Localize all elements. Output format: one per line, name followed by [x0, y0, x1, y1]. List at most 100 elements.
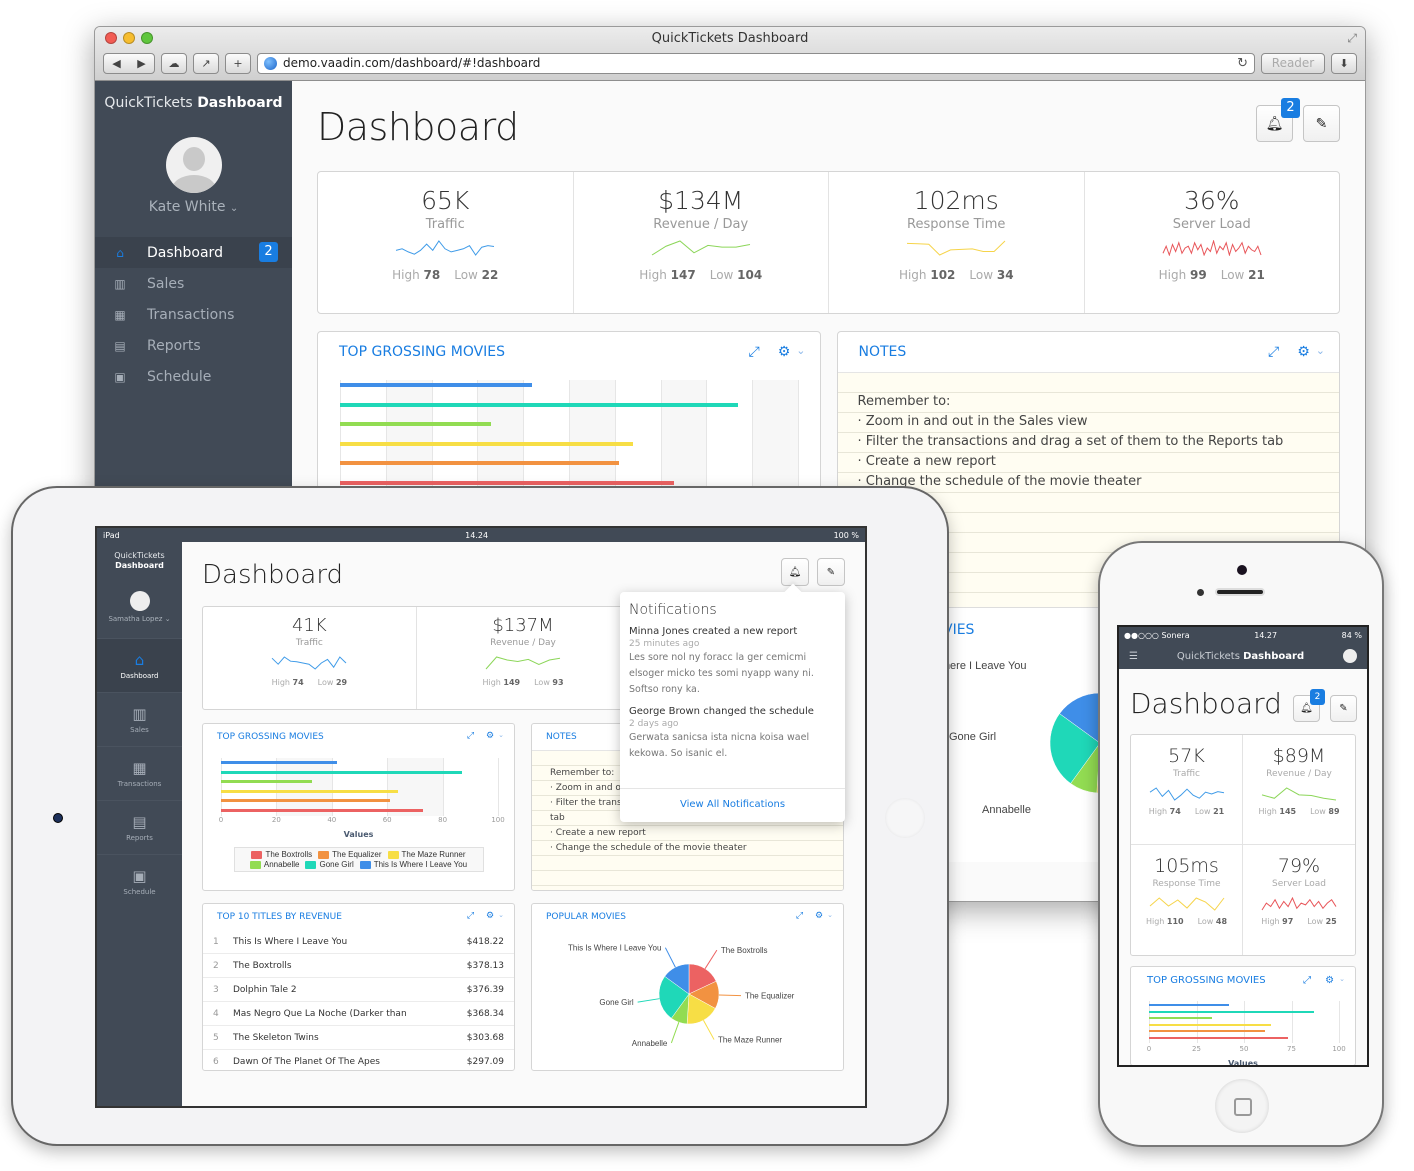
chevron-down-icon[interactable]: ⌄: [498, 911, 504, 921]
app-title: QuickTickets Dashboard: [1177, 651, 1304, 662]
edit-dashboard-button[interactable]: ✎: [1303, 105, 1340, 142]
notifications-button[interactable]: 🔔︎ 2: [1293, 689, 1325, 722]
top-grossing-panel: TOP GROSSING MOVIES ⤢ ⚙ ⌄ 0 25 50 75 100 Value…: [1130, 966, 1356, 1065]
iphone-home-button[interactable]: [1215, 1079, 1269, 1133]
bar-the-maze-runner[interactable]: [1149, 1023, 1271, 1026]
fullscreen-icon[interactable]: ⤢: [1347, 31, 1357, 46]
table-row[interactable]: 6 Dawn Of The Planet Of The Apes $297.09: [203, 1050, 514, 1070]
maximize-icon[interactable]: ⤢: [1303, 975, 1311, 986]
reader-button[interactable]: Reader: [1261, 52, 1325, 74]
bar-the-boxtrolls[interactable]: [340, 480, 675, 485]
bar-the-boxtrolls[interactable]: [221, 809, 424, 812]
sidebar-item-transactions[interactable]: ▦ Transactions: [95, 299, 292, 330]
bar-annabelle[interactable]: [221, 780, 313, 784]
legend-item[interactable]: The Equalizer: [318, 850, 382, 859]
note-line: · Change the schedule of the movie theat…: [550, 843, 747, 853]
legend-item[interactable]: This Is Where I Leave You: [359, 860, 467, 869]
menu-icon[interactable]: ☰: [1129, 651, 1138, 662]
notification-item[interactable]: Minna Jones created a new report 25 minu…: [620, 624, 845, 704]
maximize-icon[interactable]: ⤢: [467, 911, 474, 921]
notifications-button[interactable]: 🔔︎: [781, 558, 809, 586]
chevron-down-icon[interactable]: ⌄: [1316, 344, 1325, 360]
logo-light-text: QuickTickets: [1176, 650, 1240, 662]
gear-icon[interactable]: ⚙: [815, 911, 823, 921]
bar-annabelle[interactable]: [1149, 1017, 1212, 1019]
downloads-button[interactable]: ⬇: [1331, 52, 1357, 74]
notes-text[interactable]: Remember to: · Zoom in and out in the Sal…: [838, 373, 1340, 492]
sidebar-item-sales[interactable]: ▥ Sales: [95, 268, 292, 299]
sidebar-item-dashboard[interactable]: ⌂ Dashboard: [97, 638, 182, 692]
chevron-down-icon[interactable]: ⌄: [1339, 975, 1345, 986]
sidebar-item-transactions[interactable]: ▦ Transactions: [97, 746, 182, 800]
sidebar-item-dashboard[interactable]: ⌂ Dashboard 2: [95, 237, 292, 268]
maximize-icon[interactable]: ⤢: [749, 344, 760, 360]
legend-item[interactable]: The Maze Runner: [387, 850, 466, 859]
bar-the-maze-runner[interactable]: [340, 441, 634, 446]
back-icon[interactable]: ◀: [104, 57, 129, 70]
gear-icon[interactable]: ⚙: [486, 731, 494, 741]
chevron-down-icon[interactable]: ⌄: [827, 911, 833, 921]
sidebar-item-schedule[interactable]: ▣ Schedule: [97, 854, 182, 908]
axis-tick-label: 80: [438, 816, 448, 824]
legend-item[interactable]: Gone Girl: [305, 860, 354, 869]
sidebar-item-reports[interactable]: ▤ Reports: [95, 330, 292, 361]
metric-label: Revenue / Day: [653, 217, 749, 232]
avatar[interactable]: [165, 137, 222, 193]
sparkline: [1261, 897, 1337, 911]
edit-dashboard-button[interactable]: ✎: [817, 558, 845, 586]
notification-item[interactable]: George Brown changed the schedule 2 days…: [620, 704, 845, 768]
forward-icon[interactable]: ▶: [129, 57, 154, 70]
avatar[interactable]: [129, 591, 150, 611]
icloud-button[interactable]: ☁: [161, 52, 187, 74]
bar-the-equalizer[interactable]: [1149, 1030, 1265, 1032]
chevron-down-icon[interactable]: ⌄: [498, 731, 504, 741]
sidebar-item-sales[interactable]: ▥ Sales: [97, 692, 182, 746]
bar-gone-girl[interactable]: [1149, 1010, 1315, 1013]
view-all-notifications-link[interactable]: View All Notifications: [620, 788, 845, 822]
bar-annabelle[interactable]: [340, 422, 492, 426]
sidebar-item-schedule[interactable]: ▣ Schedule: [95, 361, 292, 392]
high-low: High 102 Low 34: [898, 268, 1014, 282]
maximize-icon[interactable]: ⤢: [1268, 344, 1279, 360]
legend-item[interactable]: Annabelle: [249, 860, 299, 869]
user-menu[interactable]: Samatha Lopez ⌄: [97, 615, 182, 623]
sidebar-item-reports[interactable]: ▤ Reports: [97, 800, 182, 854]
rank-cell: 1: [213, 936, 219, 947]
bar-the-equalizer[interactable]: [340, 461, 620, 465]
maximize-icon[interactable]: ⤢: [796, 911, 803, 921]
table-row[interactable]: 1 This Is Where I Leave You $418.22: [203, 930, 514, 954]
bar-the-maze-runner[interactable]: [221, 789, 399, 793]
high-value: 110: [1166, 917, 1184, 926]
bar-the-equalizer[interactable]: [221, 799, 390, 803]
axis-tick-label: 75: [1287, 1045, 1296, 1053]
gear-icon[interactable]: ⚙: [1297, 344, 1310, 360]
user-menu[interactable]: Kate White ⌄: [95, 199, 292, 215]
bar-the-boxtrolls[interactable]: [1149, 1036, 1288, 1039]
notification-headline: Minna Jones created a new report: [629, 626, 798, 637]
bar-this-is-where-i-leave-you[interactable]: [221, 761, 338, 764]
address-bar[interactable]: demo.vaadin.com/dashboard/#!dashboard ↻: [257, 52, 1255, 74]
bar-this-is-where-i-leave-you[interactable]: [1149, 1004, 1229, 1006]
high-low: High 97 Low 25: [1261, 917, 1337, 926]
gear-icon[interactable]: ⚙: [778, 344, 791, 360]
bar-gone-girl[interactable]: [340, 402, 739, 407]
legend-item[interactable]: The Boxtrolls: [251, 850, 312, 859]
table-row[interactable]: 4 Mas Negro Que La Noche (Darker than $368…: [203, 1002, 514, 1026]
edit-dashboard-button[interactable]: ✎: [1330, 695, 1357, 722]
maximize-icon[interactable]: ⤢: [467, 731, 474, 741]
table-row[interactable]: 5 The Skeleton Twins $303.68: [203, 1026, 514, 1050]
chevron-down-icon[interactable]: ⌄: [796, 344, 805, 360]
avatar[interactable]: [1342, 649, 1357, 663]
ipad-home-button[interactable]: [885, 798, 925, 838]
bar-this-is-where-i-leave-you[interactable]: [340, 383, 533, 387]
bar-gone-girl[interactable]: [221, 770, 462, 774]
new-tab-button[interactable]: +: [225, 52, 251, 74]
reload-icon[interactable]: ↻: [1237, 56, 1248, 71]
metric-value: 105ms: [1154, 855, 1219, 877]
table-row[interactable]: 2 The Boxtrolls $378.13: [203, 954, 514, 978]
share-button[interactable]: ↗: [193, 52, 219, 74]
gear-icon[interactable]: ⚙: [1325, 975, 1334, 986]
table-row[interactable]: 3 Dolphin Tale 2 $376.39: [203, 978, 514, 1002]
gear-icon[interactable]: ⚙: [486, 911, 494, 921]
notifications-button[interactable]: 🔔︎ 2: [1256, 98, 1300, 142]
